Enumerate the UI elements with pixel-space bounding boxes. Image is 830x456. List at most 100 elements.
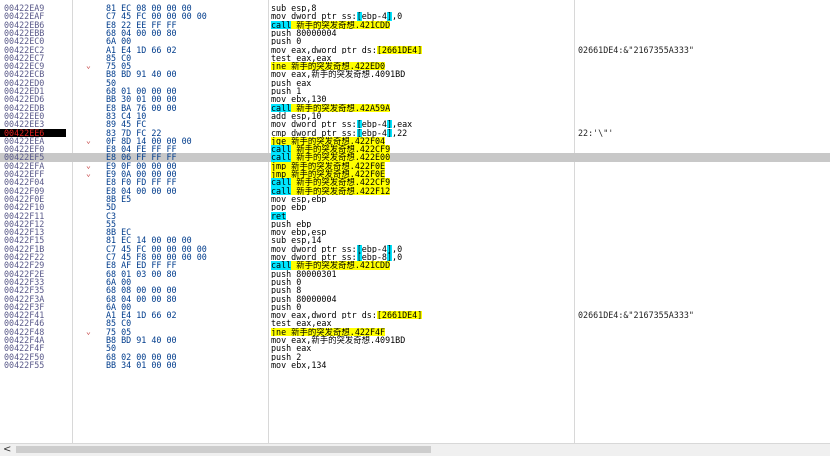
address-cell[interactable]: 00422F3F [4, 303, 70, 311]
instruction-cell[interactable]: mov ebx,134 [271, 361, 571, 369]
instruction-row[interactable]: 00422EF5 E8 06 FF FF FF call 新手的突发奇想.422E0… [0, 153, 830, 162]
instruction-cell[interactable]: push eax [271, 344, 571, 352]
instruction-row[interactable]: 00422EC7 85 C0 test eax,eax [0, 54, 830, 62]
instruction-cell[interactable]: jge 新手的突发奇想.422F04 [271, 136, 571, 146]
instruction-row[interactable]: 00422F4F 50 push eax [0, 344, 830, 352]
address-cell[interactable]: 00422EDB [4, 104, 70, 112]
instruction-row[interactable]: 00422F41 A1 E4 1D 66 02 mov eax,dword ptr … [0, 311, 830, 320]
address-cell[interactable]: 00422F55 [4, 361, 70, 369]
instruction-cell[interactable]: call 新手的突发奇想.42A59A [271, 103, 571, 112]
address-cell[interactable]: 00422F2E [4, 270, 70, 278]
address-cell[interactable]: 00422F33 [4, 278, 70, 286]
instruction-cell[interactable]: add esp,10 [271, 112, 571, 120]
address-cell[interactable]: 00422EA9 [4, 4, 70, 12]
instruction-cell[interactable]: push 80000004 [271, 29, 571, 37]
instruction-cell[interactable]: mov eax,新手的突发奇想.4091BD [271, 70, 571, 78]
address-cell[interactable]: 00422EBB [4, 29, 70, 37]
address-cell[interactable]: 00422F48 [4, 328, 70, 336]
instruction-row[interactable]: 00422EC9 ⌄ 75 05 jne 新手的突发奇想.422ED0 [0, 62, 830, 71]
address-cell[interactable]: 00422F35 [4, 286, 70, 294]
instruction-cell[interactable]: jne 新手的突发奇想.422ED0 [271, 62, 571, 71]
address-cell[interactable]: 00422EFA [4, 162, 70, 170]
instruction-row[interactable]: 00422F0E 8B E5 mov esp,ebp [0, 195, 830, 203]
instruction-row[interactable]: 00422F29 E8 AF ED FF FF call 新手的突发奇想.421CD… [0, 261, 830, 270]
address-cell[interactable]: 00422F15 [4, 236, 70, 244]
address-cell[interactable]: 00422F4F [4, 344, 70, 352]
address-cell[interactable]: 00422F12 [4, 220, 70, 228]
address-cell[interactable]: 00422EE6 [0, 128, 66, 137]
instruction-row[interactable]: 00422F22 C7 45 F8 00 00 00 00 mov dword pt… [0, 253, 830, 262]
instruction-row[interactable]: 00422EAF C7 45 FC 00 00 00 00 mov dword pt… [0, 12, 830, 21]
address-cell[interactable]: 00422EE3 [4, 120, 70, 128]
instruction-row[interactable]: 00422F50 68 02 00 00 00 push 2 [0, 353, 830, 361]
instruction-row[interactable]: 00422EA9 81 EC 08 00 00 00 sub esp,8 [0, 4, 830, 12]
address-cell[interactable]: 00422ED0 [4, 79, 70, 87]
address-cell[interactable]: 00422F22 [4, 253, 70, 261]
instruction-row[interactable]: 00422F12 55 push ebp [0, 220, 830, 228]
address-cell[interactable]: 00422EFF [4, 170, 70, 178]
instruction-cell[interactable]: sub esp,8 [271, 4, 571, 12]
instruction-row[interactable]: 00422ED1 68 01 00 00 00 push 1 [0, 87, 830, 95]
instruction-cell[interactable]: push 1 [271, 87, 571, 95]
instruction-row[interactable]: 00422EEA ⌄ 0F 8D 14 00 00 00 jge 新手的突发奇想.42… [0, 136, 830, 146]
address-cell[interactable]: 00422EF5 [4, 153, 70, 161]
address-cell[interactable]: 00422F4A [4, 336, 70, 344]
address-cell[interactable]: 00422F50 [4, 353, 70, 361]
address-cell[interactable]: 00422EEA [4, 137, 70, 145]
address-cell[interactable]: 00422F11 [4, 212, 70, 220]
instruction-row[interactable]: 00422F2E 68 01 03 00 80 push 80000301 [0, 270, 830, 278]
instruction-cell[interactable]: test eax,eax [271, 319, 571, 327]
instruction-cell[interactable]: mov dword ptr ss:[ebp-8],0 [271, 253, 571, 262]
instruction-row[interactable]: 00422F04 E8 F0 FD FF FF call 新手的突发奇想.422CF… [0, 178, 830, 187]
address-cell[interactable]: 00422ED1 [4, 87, 70, 95]
instruction-row[interactable]: 00422F48 ⌄ 75 05 jne 新手的突发奇想.422F4F [0, 327, 830, 336]
instruction-row[interactable]: 00422F3A 68 04 00 00 80 push 80000004 [0, 295, 830, 303]
scrollbar-thumb[interactable] [16, 446, 431, 453]
instruction-cell[interactable]: pop ebp [271, 203, 571, 211]
instruction-row[interactable]: 00422F55 BB 34 01 00 00 mov ebx,134 [0, 361, 830, 369]
instruction-cell[interactable]: call 新手的突发奇想.421CDD [271, 20, 571, 29]
instruction-row[interactable]: 00422F15 81 EC 14 00 00 00 sub esp,14 [0, 236, 830, 244]
address-cell[interactable]: 00422EAF [4, 12, 70, 20]
instruction-cell[interactable]: push 0 [271, 303, 571, 311]
instruction-row[interactable]: 00422EDB E8 BA 76 00 00 call 新手的突发奇想.42A59… [0, 103, 830, 112]
instruction-row[interactable]: 00422F3F 6A 00 push 0 [0, 303, 830, 311]
instruction-row[interactable]: 00422EB6 E8 22 EE FF FF call 新手的突发奇想.421CD… [0, 20, 830, 29]
instruction-row[interactable]: 00422F10 5D pop ebp [0, 203, 830, 211]
instruction-row[interactable]: 00422F4A B8 BD 91 40 00 mov eax,新手的突发奇想.40… [0, 336, 830, 344]
address-cell[interactable]: 00422F13 [4, 228, 70, 236]
instruction-row[interactable]: 00422EE6 83 7D FC 22 cmp dword ptr ss:[ebp… [0, 128, 830, 137]
instruction-cell[interactable]: call 新手的突发奇想.422F12 [271, 186, 571, 195]
address-cell[interactable]: 00422F0E [4, 195, 70, 203]
instruction-cell[interactable]: call 新手的突发奇想.422CF9 [271, 178, 571, 187]
instruction-row[interactable]: 00422EF0 E8 04 FE FF FF call 新手的突发奇想.422CF… [0, 145, 830, 154]
instruction-cell[interactable]: mov dword ptr ss:[ebp-4],0 [271, 244, 571, 253]
address-cell[interactable]: 00422F09 [4, 187, 70, 195]
instruction-cell[interactable]: mov ebx,130 [271, 95, 571, 103]
instruction-row[interactable]: 00422EE3 89 45 FC mov dword ptr ss:[ebp-4]… [0, 120, 830, 129]
instruction-row[interactable]: 00422F13 8B EC mov ebp,esp [0, 228, 830, 236]
instruction-cell[interactable]: call 新手的突发奇想.422CF9 [271, 145, 571, 154]
instruction-cell[interactable]: call 新手的突发奇想.422E00 [271, 153, 571, 162]
scroll-left-icon[interactable]: < [3, 444, 11, 455]
instruction-row[interactable]: 00422EC2 A1 E4 1D 66 02 mov eax,dword ptr … [0, 45, 830, 54]
instruction-cell[interactable]: push 0 [271, 37, 571, 45]
instruction-row[interactable]: 00422EFA ⌄ E9 0F 00 00 00 jmp 新手的突发奇想.422F0… [0, 161, 830, 170]
instruction-cell[interactable]: push 8 [271, 286, 571, 294]
instruction-row[interactable]: 00422F46 85 C0 test eax,eax [0, 319, 830, 327]
instruction-row[interactable]: 00422EC0 6A 00 push 0 [0, 37, 830, 45]
instruction-cell[interactable]: push 2 [271, 353, 571, 361]
instruction-cell[interactable]: jmp 新手的突发奇想.422F0E [271, 170, 571, 179]
address-cell[interactable]: 00422F3A [4, 295, 70, 303]
address-cell[interactable]: 00422F46 [4, 319, 70, 327]
horizontal-scrollbar[interactable]: < [0, 443, 830, 456]
address-cell[interactable]: 00422EF0 [4, 145, 70, 153]
address-cell[interactable]: 00422F04 [4, 178, 70, 186]
instruction-cell[interactable]: sub esp,14 [271, 236, 571, 244]
address-cell[interactable]: 00422EE0 [4, 112, 70, 120]
address-cell[interactable]: 00422EC2 [4, 46, 70, 54]
instruction-row[interactable]: 00422ED6 BB 30 01 00 00 mov ebx,130 [0, 95, 830, 103]
instruction-row[interactable]: 00422ED0 50 push eax [0, 79, 830, 87]
address-cell[interactable]: 00422F1B [4, 245, 70, 253]
instruction-cell[interactable]: mov ebp,esp [271, 228, 571, 236]
